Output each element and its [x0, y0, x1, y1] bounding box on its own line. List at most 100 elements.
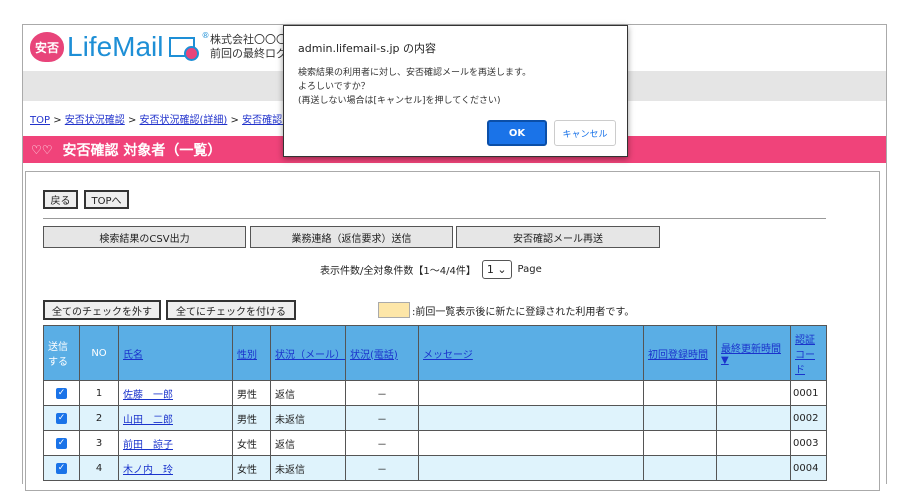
table-row: ✓ 3 前田 諒子 女性 返信 － 0003 — [43, 430, 827, 456]
sort-mail-status[interactable]: 状況（メール） — [275, 350, 345, 361]
user-name-link[interactable]: 前田 諒子 — [123, 440, 173, 451]
col-last-cell: 最終更新時間 ▼ — [716, 325, 791, 381]
confirm-dialog: admin.lifemail-s.jp の内容 検索結果の利用者に対し、安否確認… — [283, 25, 628, 157]
col-send: 送信する — [43, 325, 80, 381]
auth-code-cell: 0003 — [790, 430, 827, 456]
last-updated-cell — [716, 405, 791, 431]
company-name: 株式会社〇〇〇 — [210, 33, 287, 46]
envelope-icon — [169, 37, 200, 61]
col-name-cell: 氏名 — [118, 325, 233, 381]
dialog-line: (再送しない場合は[キャンセル]を押してください) — [298, 96, 501, 106]
csv-export-button[interactable]: 検索結果のCSV出力 — [43, 226, 246, 248]
first-registered-cell — [643, 405, 717, 431]
table-header-row: 送信する NO 氏名 性別 状況（メール） 状況(電話) メッセージ 初回登録時… — [43, 325, 827, 381]
sort-gender[interactable]: 性別 — [237, 350, 257, 361]
last-login: 前回の最終ログ — [210, 47, 287, 60]
send-checkbox[interactable]: ✓ — [56, 413, 67, 424]
breadcrumb-top[interactable]: TOP — [30, 115, 50, 126]
message-cell — [418, 380, 644, 406]
send-cell: ✓ — [43, 430, 80, 456]
result-count: 表示件数/全対象件数【1～4/4件】 — [320, 266, 476, 277]
first-registered-cell — [643, 455, 717, 481]
user-name-link[interactable]: 山田 二郎 — [123, 415, 173, 426]
first-registered-cell — [643, 380, 717, 406]
dialog-title: admin.lifemail-s.jp の内容 — [298, 42, 437, 55]
lifemail-logo[interactable]: 安否 LifeMail ® — [30, 31, 209, 63]
sort-auth-code[interactable]: 認証コード — [795, 335, 815, 376]
no-cell: 4 — [79, 455, 119, 481]
col-mail-cell: 状況（メール） — [270, 325, 346, 381]
hearts-icon: ♡♡ — [31, 142, 53, 157]
ok-button[interactable]: OK — [487, 120, 547, 146]
brand-name: LifeMail — [67, 31, 164, 62]
send-checkbox[interactable]: ✓ — [56, 388, 67, 399]
table-row: ✓ 1 佐藤 一郎 男性 返信 － 0001 — [43, 380, 827, 406]
company-info: 株式会社〇〇〇 前回の最終ログ — [210, 33, 287, 61]
page-suffix: Page — [517, 264, 542, 275]
cancel-button[interactable]: キャンセル — [554, 120, 616, 146]
name-cell: 佐藤 一郎 — [118, 380, 233, 406]
heart-logo-icon: 安否 — [30, 32, 64, 62]
page-title: 安否確認 対象者（一覧） — [62, 142, 222, 159]
no-cell: 3 — [79, 430, 119, 456]
divider — [43, 218, 826, 219]
col-phone-cell: 状況(電話) — [345, 325, 419, 381]
phone-status-cell: － — [345, 405, 419, 431]
gender-cell: 女性 — [232, 455, 271, 481]
phone-status-cell: － — [345, 380, 419, 406]
col-first-cell: 初回登録時間 — [643, 325, 717, 381]
sort-phone-status[interactable]: 状況(電話) — [350, 350, 398, 361]
last-updated-cell — [716, 455, 791, 481]
check-all-button[interactable]: 全てにチェックを付ける — [166, 300, 296, 320]
gender-cell: 男性 — [232, 405, 271, 431]
send-cell: ✓ — [43, 455, 80, 481]
send-cell: ✓ — [43, 380, 80, 406]
resend-mail-button[interactable]: 安否確認メール再送 — [456, 226, 660, 248]
name-cell: 木ノ内 玲 — [118, 455, 233, 481]
phone-status-cell: － — [345, 455, 419, 481]
col-gender-cell: 性別 — [232, 325, 271, 381]
phone-status-cell: － — [345, 430, 419, 456]
mail-status-cell: 返信 — [270, 380, 346, 406]
breadcrumb-status-detail[interactable]: 安否状況確認(詳細) — [140, 115, 228, 126]
sort-name[interactable]: 氏名 — [123, 350, 143, 361]
top-button[interactable]: TOPへ — [84, 190, 129, 209]
mail-status-cell: 未返信 — [270, 405, 346, 431]
auth-code-cell: 0004 — [790, 455, 827, 481]
uncheck-all-button[interactable]: 全てのチェックを外す — [43, 300, 161, 320]
user-name-link[interactable]: 佐藤 一郎 — [123, 390, 173, 401]
no-cell: 1 — [79, 380, 119, 406]
no-cell: 2 — [79, 405, 119, 431]
send-cell: ✓ — [43, 405, 80, 431]
send-checkbox[interactable]: ✓ — [56, 463, 67, 474]
send-checkbox[interactable]: ✓ — [56, 438, 67, 449]
sort-message[interactable]: メッセージ — [423, 350, 473, 361]
mail-status-cell: 返信 — [270, 430, 346, 456]
table-row: ✓ 2 山田 二郎 男性 未返信 － 0002 — [43, 405, 827, 431]
sort-last-updated[interactable]: 最終更新時間 ▼ — [721, 344, 781, 366]
message-cell — [418, 455, 644, 481]
business-contact-button[interactable]: 業務連絡（返信要求）送信 — [250, 226, 453, 248]
dialog-line: 検索結果の利用者に対し、安否確認メールを再送します。 — [298, 68, 532, 78]
mail-status-cell: 未返信 — [270, 455, 346, 481]
back-button[interactable]: 戻る — [43, 190, 78, 209]
message-cell — [418, 405, 644, 431]
first-registered-cell — [643, 430, 717, 456]
breadcrumb-status[interactable]: 安否状況確認 — [65, 115, 125, 126]
breadcrumb: TOP > 安否状況確認 > 安否状況確認(詳細) > 安否確認 対 — [30, 115, 296, 126]
message-cell — [418, 430, 644, 456]
dialog-line: よろしいですか？ — [298, 82, 370, 92]
page-select[interactable]: 1 ⌄ — [481, 260, 512, 279]
name-cell: 山田 二郎 — [118, 405, 233, 431]
col-message-cell: メッセージ — [418, 325, 644, 381]
gender-cell: 女性 — [232, 430, 271, 456]
dialog-message: 検索結果の利用者に対し、安否確認メールを再送します。 よろしいですか？ (再送し… — [298, 66, 627, 108]
last-updated-cell — [716, 380, 791, 406]
col-no: NO — [79, 325, 119, 381]
name-cell: 前田 諒子 — [118, 430, 233, 456]
legend-text: :前回一覧表示後に新たに登録された利用者です。 — [412, 307, 635, 318]
sort-first-registered[interactable]: 初回登録時間 — [648, 350, 708, 361]
user-name-link[interactable]: 木ノ内 玲 — [123, 465, 173, 476]
new-user-swatch — [378, 302, 410, 318]
page-value: 1 — [486, 263, 494, 276]
